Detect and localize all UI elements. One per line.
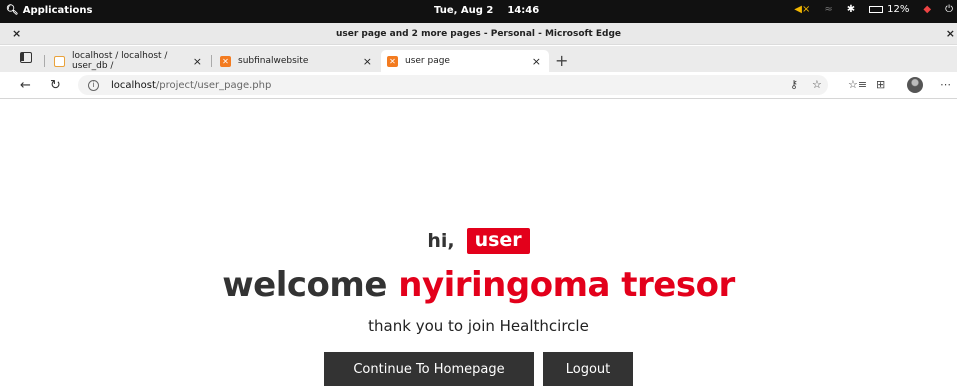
tab-subfinalwebsite[interactable]: ✕ subfinalwebsite ×: [214, 50, 380, 72]
greeting: hi, user: [0, 228, 957, 254]
password-key-icon[interactable]: ⚷: [790, 78, 798, 91]
close-window-icon-right[interactable]: ×: [946, 27, 955, 40]
url-host: localhost: [111, 79, 156, 91]
close-tab-icon[interactable]: ×: [193, 55, 202, 68]
date-label: Tue, Aug 2: [434, 5, 494, 16]
tab-label: subfinalwebsite: [238, 56, 309, 66]
thanks-text: thank you to join Healthcircle: [368, 317, 589, 335]
tab-label: user page: [405, 56, 450, 66]
wifi-icon[interactable]: ≈: [824, 4, 832, 15]
battery-percent: 12%: [887, 4, 910, 15]
tab-user-page[interactable]: ✕ user page ×: [381, 50, 549, 72]
applications-menu[interactable]: 🔍︎ Applications: [6, 5, 92, 16]
address-bar[interactable]: i localhost /project/user_page.php: [78, 75, 828, 95]
close-tab-icon[interactable]: ×: [363, 55, 372, 68]
site-info-icon[interactable]: i: [88, 79, 99, 91]
new-tab-icon[interactable]: +: [555, 51, 568, 70]
favorites-icon[interactable]: ☆≡: [848, 78, 867, 91]
phpmyadmin-icon: [54, 55, 65, 67]
time-label: 14:46: [507, 5, 540, 16]
tab-actions-icon[interactable]: [20, 52, 32, 63]
tab-divider: [44, 55, 45, 67]
more-icon[interactable]: ⋯: [940, 78, 951, 91]
tab-label: localhost / localhost / user_db /: [72, 51, 168, 71]
battery-status[interactable]: 12%: [869, 4, 909, 15]
xampp-icon: ✕: [220, 55, 231, 67]
applications-label: Applications: [22, 5, 93, 16]
welcome-heading: welcome nyiringoma tresor: [0, 265, 957, 305]
back-icon[interactable]: ←: [20, 78, 31, 93]
power-icon[interactable]: ⏻: [945, 4, 953, 15]
system-tray: ◀× ≈ ✱ 12% ◆ ⏻: [794, 4, 953, 15]
logout-button[interactable]: Logout: [543, 352, 633, 386]
os-top-bar: 🔍︎ Applications Tue, Aug 2 14:46 ◀× ≈ ✱ …: [0, 0, 957, 23]
add-favorite-icon[interactable]: ☆: [812, 78, 822, 91]
xampp-icon: ✕: [387, 55, 398, 67]
profile-avatar[interactable]: [907, 77, 923, 93]
toolbar: ← ↻ i localhost /project/user_page.php ⚷…: [0, 72, 957, 99]
tab-divider: [211, 55, 212, 67]
search-icon: 🔍︎: [6, 5, 19, 16]
window-title: user page and 2 more pages - Personal - …: [335, 29, 622, 39]
mute-icon[interactable]: ◀×: [794, 4, 810, 15]
welcome-text: welcome: [222, 265, 387, 305]
window-title-bar: × user page and 2 more pages - Personal …: [0, 23, 957, 45]
tab-strip: localhost / localhost / user_db / × ✕ su…: [0, 46, 957, 72]
greeting-text: hi,: [427, 230, 455, 252]
page-content: hi, user welcome nyiringoma tresor thank…: [0, 100, 957, 386]
clock[interactable]: Tue, Aug 2 14:46: [434, 5, 539, 16]
user-name: nyiringoma tresor: [398, 265, 735, 305]
bluetooth-icon[interactable]: ✱: [847, 4, 855, 15]
refresh-icon[interactable]: ↻: [50, 78, 61, 93]
action-buttons: Continue To Homepage Logout: [0, 352, 957, 386]
continue-homepage-button[interactable]: Continue To Homepage: [324, 352, 534, 386]
url-path: /project/user_page.php: [155, 79, 272, 91]
tab-phpmyadmin[interactable]: localhost / localhost / user_db / ×: [48, 50, 210, 72]
user-badge: user: [466, 228, 530, 254]
notification-icon[interactable]: ◆: [923, 4, 931, 15]
close-tab-icon[interactable]: ×: [532, 55, 541, 68]
collections-icon[interactable]: ⊞: [876, 78, 885, 91]
battery-icon: [869, 6, 884, 13]
